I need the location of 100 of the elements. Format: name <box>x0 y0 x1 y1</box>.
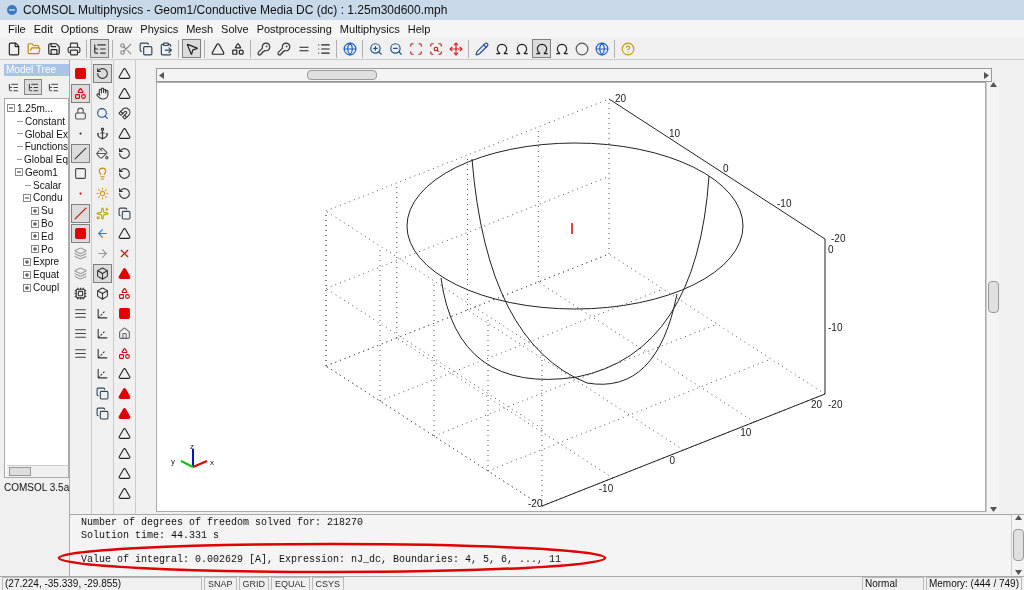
triangle-icon <box>118 447 131 460</box>
expand-toggle[interactable] <box>23 283 31 292</box>
axis-label: z <box>190 442 194 451</box>
horizontal-scrollbar[interactable] <box>156 68 992 82</box>
omega-icon <box>534 41 549 56</box>
menu-item[interactable]: File <box>4 20 30 38</box>
triangle-icon <box>118 367 131 380</box>
tree-item[interactable]: Coupl <box>33 280 60 296</box>
circle-icon <box>574 41 589 56</box>
tree-item[interactable]: Condu <box>33 190 63 206</box>
cube-button[interactable] <box>93 264 112 283</box>
menu-item[interactable]: Multiphysics <box>335 20 404 38</box>
chip-button[interactable] <box>71 284 90 303</box>
scroll-thumb[interactable] <box>1012 529 1024 561</box>
triangle-icon <box>118 127 131 140</box>
pencil-icon <box>474 41 489 56</box>
copy-button[interactable] <box>115 204 134 223</box>
status-toggle[interactable]: EQUAL <box>271 576 310 590</box>
globe-icon <box>594 41 609 56</box>
right-arrow-icon <box>984 71 989 79</box>
minus-icon <box>24 194 30 201</box>
scroll-thumb[interactable] <box>987 281 999 313</box>
tree-item[interactable]: Equat <box>33 267 60 283</box>
tree-view-icon <box>7 81 19 93</box>
scroll-thumb[interactable] <box>307 70 378 80</box>
status-toggle[interactable]: CSYS <box>311 576 345 590</box>
vertical-scrollbar[interactable] <box>1011 515 1024 575</box>
pointer-icon <box>184 41 199 56</box>
status-toggle[interactable]: SNAP <box>204 576 237 590</box>
tree-button[interactable] <box>90 39 109 58</box>
copy-button[interactable] <box>93 404 112 423</box>
tree-item[interactable]: 1.25m... <box>17 100 54 116</box>
tree-item[interactable]: Expre <box>33 254 60 270</box>
menu-item[interactable]: Physics <box>136 20 183 38</box>
menu-item[interactable]: Help <box>403 20 435 38</box>
view-button[interactable] <box>24 79 42 95</box>
shapes-icon <box>230 41 245 56</box>
expand-toggle[interactable] <box>23 257 31 266</box>
scroll-thumb[interactable] <box>9 467 31 476</box>
tree-item[interactable]: Global Ex <box>24 126 68 142</box>
menu-item[interactable]: Edit <box>29 20 57 38</box>
up-arrow-icon <box>989 82 997 87</box>
tree-item[interactable]: Su <box>41 203 54 219</box>
key-icon <box>276 41 291 56</box>
tree-item[interactable]: Functions <box>24 139 68 155</box>
anchor-icon <box>96 127 109 140</box>
plus-icon <box>24 284 30 291</box>
triangle-icon <box>210 41 225 56</box>
tick-label: -10 <box>777 198 792 209</box>
tree-item[interactable]: Po <box>41 241 54 257</box>
omega-button[interactable] <box>532 39 551 58</box>
sparkle-icon <box>96 207 109 220</box>
log-line: Solution time: 44.331 s <box>81 529 220 542</box>
menu-item[interactable]: Solve <box>217 20 253 38</box>
menu-item[interactable]: Mesh <box>182 20 218 38</box>
axes-icon <box>96 367 109 380</box>
coordinates-readout: (27.224, -35.339, -29.855) <box>2 576 202 590</box>
hand-icon <box>96 87 109 100</box>
horizontal-scrollbar[interactable] <box>7 465 68 477</box>
expand-toggle[interactable] <box>31 245 39 254</box>
plus-icon <box>24 258 30 265</box>
shapes-icon <box>118 287 131 300</box>
hand-button[interactable] <box>93 84 112 103</box>
pointer-button[interactable] <box>182 39 201 58</box>
collapse-toggle[interactable] <box>23 193 31 202</box>
minus-icon <box>16 169 22 176</box>
magnet-button[interactable] <box>115 104 134 123</box>
menu-item[interactable]: Draw <box>102 20 137 38</box>
line-button[interactable] <box>71 144 90 163</box>
left-arrow-icon <box>159 71 164 79</box>
plus-icon <box>32 233 38 240</box>
tree-view-icon <box>47 81 59 93</box>
line-button[interactable] <box>71 204 90 223</box>
menu-item[interactable]: Postprocessing <box>252 20 336 38</box>
arrow-right-icon <box>96 247 109 260</box>
status-toggle[interactable]: GRID <box>238 576 269 590</box>
tree-item[interactable]: Constant <box>25 113 66 129</box>
expand-toggle[interactable] <box>31 206 39 215</box>
square-button[interactable] <box>71 224 90 243</box>
collapse-toggle[interactable] <box>7 104 15 113</box>
cross-icon <box>118 247 131 260</box>
floppy-icon <box>46 41 61 56</box>
rotate-button[interactable] <box>93 64 112 83</box>
copy-button[interactable] <box>93 384 112 403</box>
plus-icon <box>24 271 30 278</box>
expand-toggle[interactable] <box>31 232 39 241</box>
expand-toggle[interactable] <box>23 270 31 279</box>
triangle-icon <box>118 407 131 420</box>
tree-item[interactable]: Scalar <box>33 177 62 193</box>
lines-icon <box>74 307 87 320</box>
expand-toggle[interactable] <box>31 219 39 228</box>
axis-label: y <box>171 457 175 466</box>
layers-icon <box>74 247 87 260</box>
menu-item[interactable]: Options <box>56 20 103 38</box>
rotate-icon <box>118 187 131 200</box>
vertical-scrollbar[interactable] <box>986 82 999 512</box>
copy-icon <box>138 41 153 56</box>
collapse-toggle[interactable] <box>15 168 23 177</box>
up-arrow-icon <box>1014 515 1022 520</box>
triangle-icon <box>118 387 131 400</box>
